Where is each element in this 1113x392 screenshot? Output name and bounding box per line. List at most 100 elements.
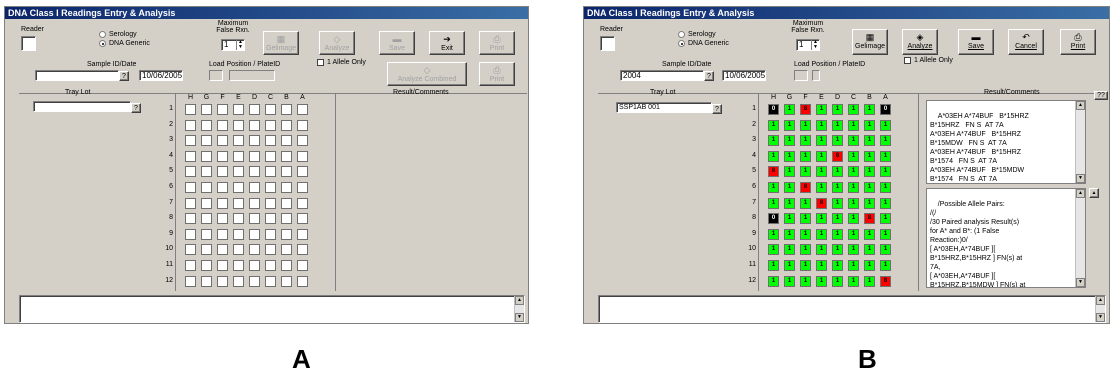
reaction-cell[interactable] — [297, 182, 308, 193]
reaction-cell[interactable] — [265, 150, 276, 162]
reaction-cell[interactable]: 1 — [784, 150, 795, 162]
reaction-cell[interactable]: 1 — [800, 213, 811, 225]
gelimage-button[interactable]: ▦ Gelimage — [263, 31, 299, 55]
reaction-cell[interactable] — [185, 104, 196, 115]
reaction-cell[interactable] — [185, 150, 196, 162]
reaction-cell[interactable]: 1 — [880, 150, 891, 162]
reaction-cell[interactable]: 1 — [848, 182, 859, 193]
reaction-cell[interactable] — [265, 213, 276, 225]
reaction-cell[interactable]: 1 — [864, 244, 875, 256]
reaction-cell[interactable] — [297, 166, 308, 178]
scroll-down-icon[interactable]: ▼ — [1076, 174, 1085, 183]
reaction-cell[interactable]: 1 — [800, 275, 811, 287]
reaction-cell[interactable]: 1 — [800, 135, 811, 147]
reaction-cell[interactable]: 8 — [832, 150, 843, 162]
scroll-up-icon[interactable]: ▲ — [1076, 189, 1085, 198]
reaction-cell[interactable]: 1 — [768, 150, 779, 162]
reaction-cell[interactable]: 1 — [800, 197, 811, 209]
tray-lot-input-b[interactable]: SSP1AB 001 — [616, 102, 712, 113]
reaction-cell[interactable]: 1 — [880, 244, 891, 256]
reaction-cell[interactable] — [185, 119, 196, 131]
reaction-cell[interactable] — [281, 182, 292, 193]
reaction-cell[interactable] — [201, 244, 212, 256]
reaction-cell[interactable] — [297, 244, 308, 256]
reaction-cell[interactable] — [217, 275, 228, 287]
scroll-up-icon[interactable]: ▲ — [515, 296, 524, 305]
reaction-cell[interactable]: 1 — [880, 166, 891, 178]
reaction-cell[interactable]: 1 — [848, 135, 859, 147]
corner-help-button-b[interactable]: ?? — [1094, 91, 1108, 100]
reaction-cell[interactable] — [201, 228, 212, 240]
reaction-cell[interactable]: 1 — [864, 197, 875, 209]
results-bottom-text[interactable]: /Possible Allele Pairs: /(/ /30 Paired a… — [926, 188, 1086, 288]
reaction-cell[interactable] — [201, 213, 212, 225]
sample-help-button[interactable]: ? — [119, 71, 129, 81]
date-input[interactable]: 10/06/2005 — [139, 70, 183, 81]
reaction-cell[interactable]: 1 — [784, 166, 795, 178]
reaction-cell[interactable]: 8 — [816, 197, 827, 209]
results-top-scrollbar[interactable]: ▲ ▼ — [1075, 101, 1085, 183]
save-button-b[interactable]: ▬ Save — [958, 29, 994, 55]
reaction-cell[interactable]: 1 — [880, 182, 891, 193]
reaction-cell[interactable]: 8 — [800, 182, 811, 193]
reaction-cell[interactable] — [201, 182, 212, 193]
message-scrollbar-a[interactable]: ▲ ▼ — [514, 296, 524, 322]
reaction-cell[interactable] — [249, 213, 260, 225]
reaction-cell[interactable] — [297, 213, 308, 225]
reaction-cell[interactable]: 1 — [768, 244, 779, 256]
reaction-cell[interactable] — [217, 104, 228, 115]
reaction-cell[interactable]: 8 — [880, 275, 891, 287]
reaction-cell[interactable] — [297, 119, 308, 131]
reaction-cell[interactable] — [249, 166, 260, 178]
reaction-cell[interactable]: 1 — [784, 275, 795, 287]
reaction-cell[interactable]: 1 — [864, 228, 875, 240]
reaction-cell[interactable]: 1 — [880, 213, 891, 225]
max-false-spinner[interactable]: 1 ▲ ▼ — [221, 39, 245, 51]
reaction-cell[interactable] — [185, 244, 196, 256]
reaction-cell[interactable]: 1 — [800, 228, 811, 240]
scroll-down-icon[interactable]: ▼ — [1096, 313, 1105, 322]
message-scrollbar-b[interactable]: ▲ ▼ — [1095, 296, 1105, 322]
spinner-arrows-icon[interactable]: ▲ ▼ — [236, 40, 244, 50]
reaction-cell[interactable]: 1 — [880, 135, 891, 147]
reaction-cell[interactable]: 1 — [848, 275, 859, 287]
serology-radio-b[interactable] — [678, 31, 685, 38]
reaction-cell[interactable]: 8 — [768, 166, 779, 178]
reaction-cell[interactable] — [297, 150, 308, 162]
reaction-cell[interactable] — [217, 182, 228, 193]
reaction-cell[interactable]: 1 — [816, 119, 827, 131]
reaction-cell[interactable]: 1 — [864, 135, 875, 147]
reaction-cell[interactable]: 0 — [768, 213, 779, 225]
reaction-cell[interactable]: 1 — [800, 119, 811, 131]
max-false-spinner-b[interactable]: 1 ▲ ▼ — [796, 39, 820, 51]
reaction-cell[interactable]: 1 — [864, 275, 875, 287]
reaction-cell[interactable]: 1 — [800, 260, 811, 271]
reaction-cell[interactable] — [185, 228, 196, 240]
reader-input[interactable] — [21, 36, 36, 51]
reaction-cell[interactable] — [249, 228, 260, 240]
reaction-cell[interactable]: 1 — [848, 213, 859, 225]
reaction-cell[interactable] — [185, 275, 196, 287]
reaction-cell[interactable] — [249, 244, 260, 256]
reaction-cell[interactable] — [217, 197, 228, 209]
reaction-cell[interactable] — [201, 104, 212, 115]
analyze-combined-button[interactable]: ◇ Analyze Combined — [387, 62, 467, 86]
allele-only-checkbox[interactable] — [317, 59, 324, 66]
print-button-b[interactable]: ⎙ Print — [1060, 29, 1096, 55]
reaction-cell[interactable]: 1 — [848, 119, 859, 131]
print-results-button[interactable]: ⎙ Print — [479, 62, 515, 86]
reaction-cell[interactable]: 1 — [784, 244, 795, 256]
reaction-cell[interactable] — [249, 260, 260, 271]
dna-generic-radio[interactable] — [99, 40, 106, 47]
reaction-cell[interactable] — [233, 275, 244, 287]
sample-help-button-b[interactable]: ? — [704, 71, 714, 81]
reaction-cell[interactable]: 1 — [800, 244, 811, 256]
reaction-cell[interactable] — [185, 260, 196, 271]
reader-input-b[interactable] — [600, 36, 615, 51]
sample-id-input-b[interactable]: 2004 — [620, 70, 704, 81]
reaction-cell[interactable] — [217, 244, 228, 256]
plate-id-input[interactable] — [229, 70, 275, 81]
reaction-cell[interactable] — [281, 166, 292, 178]
reaction-cell[interactable] — [281, 213, 292, 225]
reaction-cell[interactable]: 1 — [832, 197, 843, 209]
